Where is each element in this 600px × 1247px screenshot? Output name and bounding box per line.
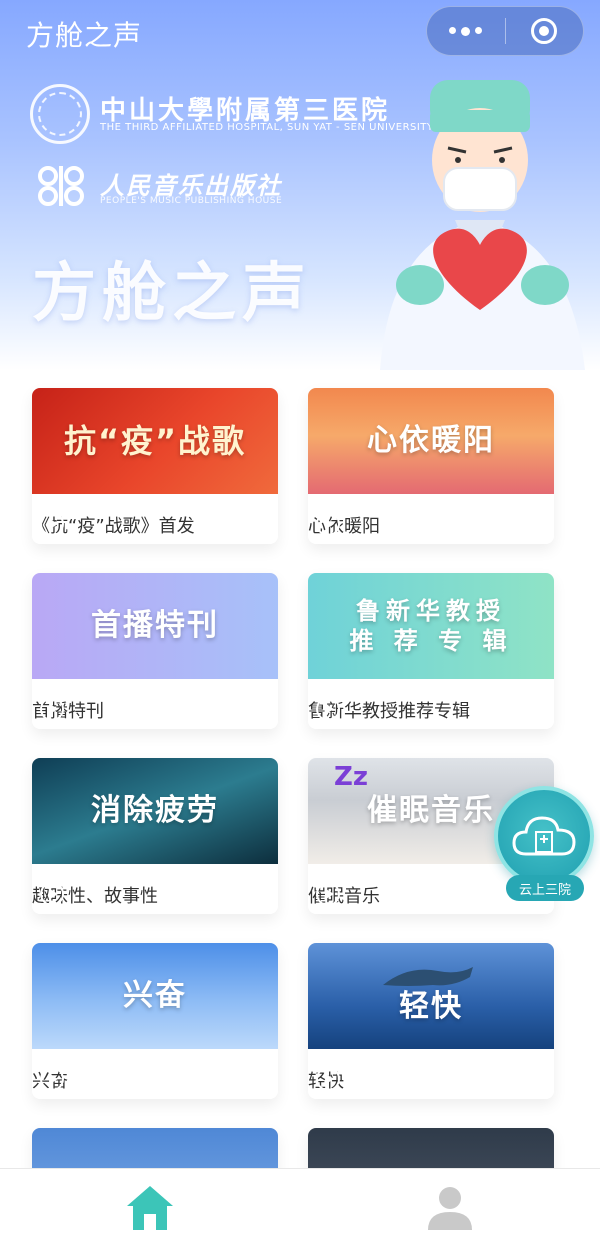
doctor-illustration [380, 80, 585, 370]
card-thumbnail: 首播特刊 [32, 573, 278, 679]
bottom-tab-bar [0, 1168, 600, 1247]
publisher-logo [38, 166, 84, 206]
cloud-hospital-button[interactable] [494, 786, 594, 886]
publisher-name-en: PEOPLE'S MUSIC PUBLISHING HOUSE [100, 196, 283, 206]
card-thumbnail: 鲁新华教授 推 荐 专 辑 [308, 573, 554, 679]
card-thumbnail: 抗“疫”战歌 [32, 388, 278, 494]
card-item[interactable]: 轻快 轻快 [308, 943, 554, 1099]
more-dots-icon [449, 26, 483, 36]
card-item[interactable]: 消除疲劳 趣味性、故事性 [32, 758, 278, 914]
card-item[interactable]: 首播特刊 首播特刊 [32, 573, 278, 729]
cloud-hospital-label[interactable]: 云上三院 [506, 875, 584, 901]
card-thumb-text: 首播特刊 [91, 608, 219, 644]
card-thumb-text: 轻快 [399, 989, 463, 1025]
card-thumb-text: 兴奋 [123, 978, 187, 1014]
card-thumb-text: 心依暖阳 [367, 423, 495, 459]
header-banner: 方舱之声 中山大學附属第三医院 THE THIRD AFFILIATED HOS… [0, 0, 600, 370]
tab-home[interactable] [0, 1169, 300, 1247]
card-item[interactable]: 抗“疫”战歌 《抗“疫”战歌》首发 [32, 388, 278, 544]
card-item[interactable]: 鲁新华教授 推 荐 专 辑 鲁新华教授推荐专辑 [308, 573, 554, 729]
play-icon[interactable] [316, 882, 340, 906]
user-icon [428, 1187, 472, 1230]
cloud-hospital-icon [512, 816, 576, 856]
card-thumbnail: 消除疲劳 [32, 758, 278, 864]
close-button[interactable] [506, 7, 584, 55]
play-icon[interactable] [316, 512, 340, 536]
card-item[interactable]: 心依暖阳 心依暖阳 [308, 388, 554, 544]
card-thumbnail: 兴奋 [32, 943, 278, 1049]
tab-profile[interactable] [300, 1169, 600, 1247]
card-thumbnail: 轻快 [308, 943, 554, 1049]
mini-program-capsule [426, 6, 584, 56]
card-thumb-text: 催眠音乐 [367, 793, 495, 829]
banner-headline: 方舱之声 [32, 257, 312, 331]
target-circle-icon [531, 18, 558, 44]
card-item[interactable]: 兴奋 兴奋 [32, 943, 278, 1099]
card-thumb-text: 鲁新华教授 推 荐 专 辑 [349, 597, 513, 655]
page-title: 方舱之声 [26, 19, 143, 52]
play-icon[interactable] [40, 1067, 64, 1091]
more-button[interactable] [427, 7, 505, 55]
home-icon [127, 1186, 173, 1230]
play-icon[interactable] [40, 882, 64, 906]
play-icon[interactable] [40, 697, 64, 721]
card-thumbnail: 心依暖阳 [308, 388, 554, 494]
play-icon[interactable] [40, 512, 64, 536]
play-icon[interactable] [316, 697, 340, 721]
card-thumb-text: 抗“疫”战歌 [63, 422, 247, 460]
sleep-zzz-icon: Zz [334, 762, 368, 792]
hospital-logo [30, 84, 90, 144]
play-icon[interactable] [316, 1067, 340, 1091]
card-thumb-text: 消除疲劳 [91, 793, 219, 829]
